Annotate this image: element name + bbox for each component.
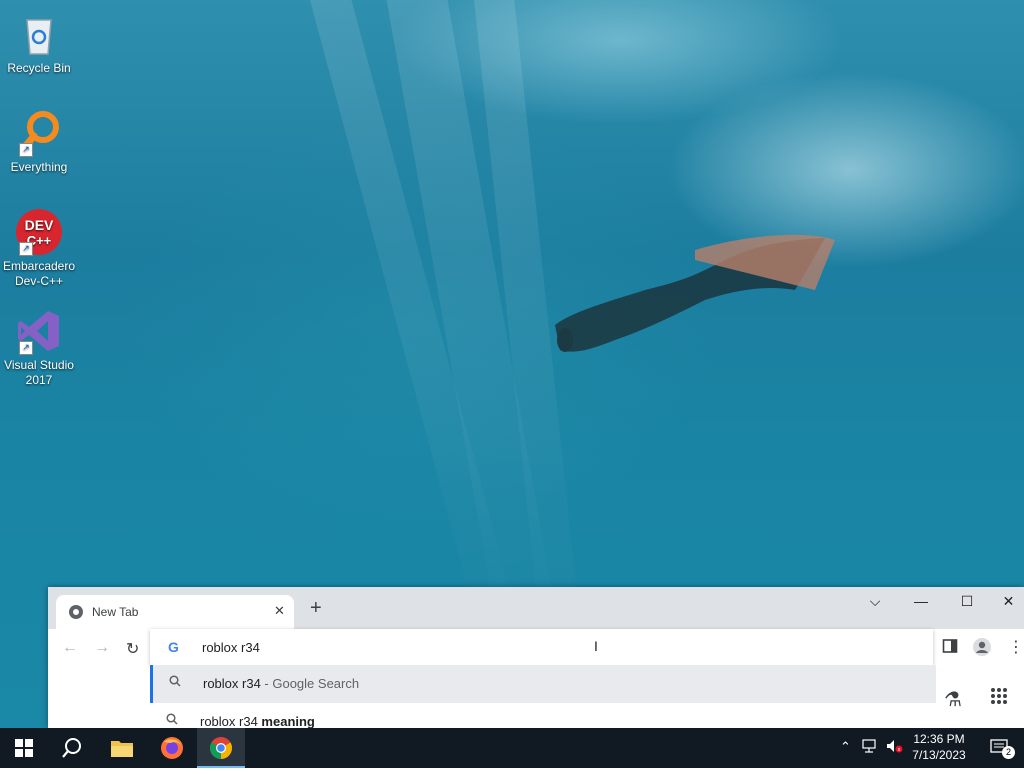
shortcut-arrow-icon: ↗ [19, 143, 33, 157]
chrome-favicon-icon [68, 604, 84, 625]
firefox-icon[interactable] [148, 728, 196, 768]
suggestion-text: roblox r34 - Google Search [203, 676, 360, 691]
desktop-icon-label: Embarcadero Dev-C++ [2, 259, 76, 288]
chevron-up-icon[interactable]: ⌃ [840, 739, 851, 755]
action-center-icon[interactable]: 2 [976, 728, 1024, 768]
desktop-icon-recycle-bin[interactable]: Recycle Bin [0, 4, 78, 76]
text-cursor-icon: I [594, 638, 598, 654]
omnibox-input[interactable]: roblox r34 [202, 640, 260, 655]
windows-start-icon[interactable] [0, 728, 48, 768]
recycle-bin-icon [15, 10, 63, 58]
minimize-button[interactable]: — [901, 593, 941, 609]
apps-icon[interactable] [990, 687, 1008, 710]
clock-date: 7/13/2023 [912, 748, 966, 762]
taskbar: ⌃ x 12:36 PM 7/13/2023 2 [0, 728, 1024, 768]
forward-button[interactable]: → [94, 639, 110, 657]
svg-text:DEV: DEV [25, 217, 54, 233]
new-tab-button[interactable]: + [310, 598, 322, 618]
maximize-button[interactable]: ☐ [947, 593, 987, 610]
diver-image [555, 234, 835, 352]
google-icon: G [168, 639, 179, 655]
search-icon [166, 713, 178, 728]
chrome-icon[interactable] [197, 728, 245, 768]
labs-icon[interactable]: ⚗ [944, 687, 962, 712]
clock-time: 12:36 PM [913, 732, 965, 746]
suggestion-text: roblox r34 meaning [200, 714, 315, 728]
devcpp-icon: DEV C++ ↗ [15, 208, 63, 256]
shortcut-arrow-icon: ↗ [19, 242, 33, 256]
clock[interactable]: 12:36 PM 7/13/2023 [904, 731, 974, 763]
search-icon[interactable] [48, 728, 96, 768]
desktop-icon-label: Everything [10, 160, 68, 174]
reload-button[interactable]: ↻ [126, 639, 139, 659]
volume-muted-icon[interactable]: x [886, 739, 904, 756]
chrome-window: New Tab ✕ + ⌵ — ☐ ✕ ← → ↻ ⋮ G roblox r34… [48, 587, 1024, 728]
tab-search-icon[interactable]: ⌵ [855, 593, 895, 610]
search-icon [169, 675, 181, 690]
suggestion-item[interactable]: roblox r34 meaning [150, 703, 933, 728]
profile-icon[interactable] [972, 637, 992, 662]
back-button[interactable]: ← [62, 639, 78, 657]
omnibox[interactable]: G roblox r34 I [150, 629, 933, 665]
file-explorer-icon[interactable] [98, 728, 146, 768]
tab-new-tab[interactable]: New Tab ✕ [56, 595, 294, 629]
close-button[interactable]: ✕ [993, 593, 1024, 610]
visual-studio-icon: ↗ [15, 307, 63, 355]
suggestion-item[interactable]: roblox r34 - Google Search [150, 665, 936, 703]
network-icon[interactable] [862, 739, 878, 756]
desktop-icon-visual-studio[interactable]: ↗ Visual Studio 2017 [0, 301, 78, 388]
tab-title: New Tab [92, 605, 139, 619]
tab-strip: New Tab ✕ + ⌵ — ☐ ✕ [48, 587, 1024, 629]
side-panel-icon[interactable] [942, 638, 958, 659]
desktop-icon-devcpp[interactable]: DEV C++ ↗ Embarcadero Dev-C++ [0, 202, 78, 289]
desktop-icon-label: Recycle Bin [7, 61, 71, 75]
notification-badge: 2 [1002, 746, 1015, 759]
everything-search-icon: ↗ [15, 109, 63, 157]
shortcut-arrow-icon: ↗ [19, 341, 33, 355]
desktop-icon-label: Visual Studio 2017 [4, 358, 74, 387]
menu-icon[interactable]: ⋮ [1008, 637, 1024, 657]
close-tab-icon[interactable]: ✕ [274, 603, 285, 619]
desktop-icon-everything[interactable]: ↗ Everything [0, 103, 78, 175]
